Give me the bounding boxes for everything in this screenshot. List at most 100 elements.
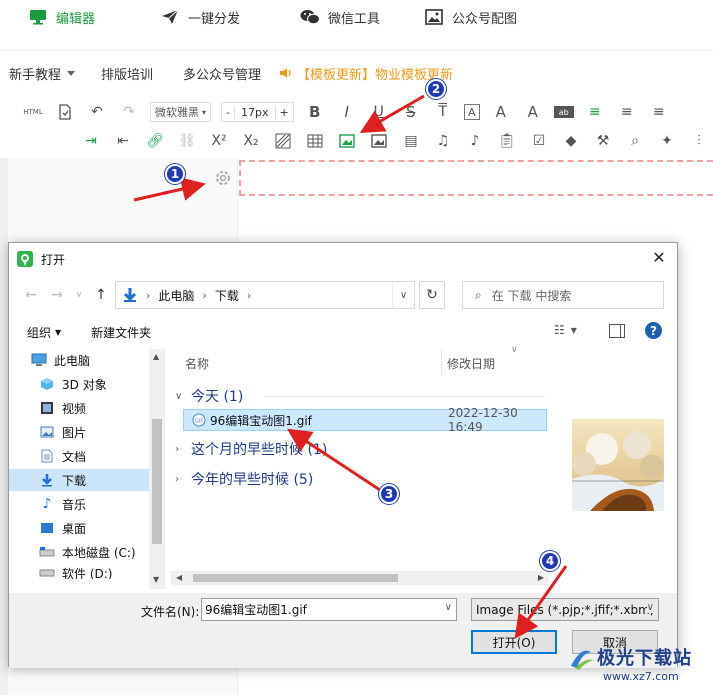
tree-item-desktop[interactable]: 桌面 <box>9 517 149 539</box>
search-replace-icon[interactable]: ⌕ <box>624 130 646 152</box>
indent-icon[interactable]: ⇥ <box>80 130 102 152</box>
nav-distribute[interactable]: 一键分发 <box>160 8 240 27</box>
file-type-select[interactable]: Image Files (*.pjp;*.jfif;*.xbm; ∨ <box>471 598 659 621</box>
group-today[interactable]: ∨ 今天 (1) <box>175 385 545 407</box>
size-plus-button[interactable]: + <box>276 106 293 119</box>
group-label: 今天 (1) <box>191 389 244 405</box>
strikethrough-icon[interactable]: S <box>400 101 422 123</box>
group-this-month[interactable]: › 这个月的早些时候 (1) <box>175 438 327 460</box>
open-button[interactable]: 打开(O) <box>471 630 557 654</box>
subscript-icon[interactable]: X₂ <box>240 130 262 152</box>
align-right-icon[interactable]: ≡ <box>648 101 670 123</box>
nav-editor[interactable]: 编辑器 <box>28 8 95 27</box>
image-library-icon[interactable] <box>368 130 390 152</box>
breadcrumb-downloads[interactable]: 下载 <box>215 287 239 304</box>
undo-icon[interactable]: ↶ <box>86 101 108 123</box>
link-icon[interactable]: 🔗︎ <box>144 130 166 152</box>
font-color-icon[interactable]: A <box>490 101 512 123</box>
tree-item-this-pc[interactable]: 此电脑 <box>9 349 149 371</box>
font-family-select[interactable]: 微软雅黑 ▾ <box>150 102 212 122</box>
redo-icon[interactable]: ↷ <box>118 101 140 123</box>
magic-icon[interactable]: ✦ <box>656 130 678 152</box>
tree-item-disk-d[interactable]: 软件 (D:) <box>9 565 149 579</box>
text-border-icon[interactable]: A <box>463 104 480 120</box>
tree-scrollbar[interactable]: ▲ ▼ <box>149 349 165 589</box>
preview-pane-icon[interactable] <box>609 324 625 338</box>
file-icon[interactable] <box>54 101 76 123</box>
tree-item-documents[interactable]: 文档 <box>9 445 149 467</box>
size-minus-button[interactable]: - <box>222 106 234 119</box>
align-left-icon[interactable]: ≡ <box>584 101 606 123</box>
recent-dropdown-icon[interactable]: ∨ <box>71 287 87 303</box>
column-name[interactable]: 名称 <box>185 355 209 372</box>
superscript-icon[interactable]: X² <box>208 130 230 152</box>
text-format-icon[interactable]: T <box>432 101 454 123</box>
monitor-icon <box>28 8 48 26</box>
nav-wechat-tools[interactable]: 微信工具 <box>300 8 380 27</box>
search-input[interactable]: ⌕ 在 下载 中搜索 <box>462 281 664 309</box>
music-icon[interactable]: ♫ <box>432 130 454 152</box>
underline-icon[interactable]: U <box>368 101 390 123</box>
new-folder-button[interactable]: 新建文件夹 <box>91 324 151 341</box>
chevron-down-icon[interactable]: ∨ <box>392 282 414 308</box>
file-row[interactable]: GIF 96编辑宝动图1.gif 2022-12-30 16:49 <box>183 406 547 434</box>
audio-icon[interactable]: ♪ <box>464 130 486 152</box>
view-options[interactable]: ☷ ▼ <box>554 323 577 337</box>
breadcrumb-this-pc[interactable]: 此电脑 <box>158 287 194 304</box>
eraser-icon[interactable]: ◆ <box>560 130 582 152</box>
tree-item-pictures[interactable]: 图片 <box>9 421 149 443</box>
up-icon[interactable]: ↑ <box>93 287 109 303</box>
address-bar[interactable]: › 此电脑 › 下载 › ∨ <box>115 281 415 309</box>
gear-icon[interactable] <box>214 169 232 187</box>
insert-image-icon[interactable] <box>336 130 358 152</box>
music-icon: ♪ <box>42 496 52 512</box>
picture-icon <box>39 425 55 439</box>
chevron-down-icon[interactable]: ∨ <box>445 602 452 613</box>
highlight-icon[interactable]: A <box>522 101 544 123</box>
clear-format-icon[interactable] <box>272 130 294 152</box>
table-icon[interactable] <box>304 130 326 152</box>
filename-input[interactable]: 96编辑宝动图1.gif ∨ <box>201 598 457 621</box>
tree-item-music[interactable]: ♪ 音乐 <box>9 493 149 515</box>
back-icon[interactable]: ← <box>23 287 39 303</box>
align-center-icon[interactable]: ≡ <box>616 101 638 123</box>
tree-item-disk-c[interactable]: 本地磁盘 (C:) <box>9 541 149 563</box>
tree-item-downloads[interactable]: 下载 <box>9 469 149 491</box>
horizontal-scrollbar[interactable]: ◀ ▶ <box>171 571 549 585</box>
tutorial-menu[interactable]: 新手教程 <box>9 64 76 83</box>
close-icon[interactable]: ✕ <box>651 250 667 266</box>
font-size-stepper[interactable]: - 17px + <box>221 102 294 122</box>
italic-icon[interactable]: I <box>336 101 358 123</box>
more-icon[interactable]: ⫶ <box>688 130 710 152</box>
scroll-left-icon[interactable]: ◀ <box>176 573 182 582</box>
scroll-thumb[interactable] <box>193 574 398 582</box>
scroll-thumb[interactable] <box>152 419 162 544</box>
column-date[interactable]: 修改日期 <box>447 355 495 372</box>
tree-item-3d[interactable]: 3D 对象 <box>9 373 149 395</box>
help-icon[interactable]: ? <box>645 322 662 339</box>
nav-cover-image[interactable]: 公众号配图 <box>424 8 517 27</box>
checkbox-icon[interactable]: ☑ <box>528 130 550 152</box>
html-icon[interactable]: HTML <box>22 101 44 123</box>
training-link[interactable]: 排版培训 <box>101 64 153 83</box>
tree-label: 本地磁盘 (C:) <box>62 545 136 560</box>
video-icon[interactable]: ▤ <box>400 130 422 152</box>
outdent-icon[interactable]: ⇤ <box>112 130 134 152</box>
scroll-down-icon[interactable]: ▼ <box>153 575 159 584</box>
refresh-button[interactable]: ↻ <box>419 281 445 309</box>
multi-account-link[interactable]: 多公众号管理 <box>183 64 261 83</box>
editor-content-area[interactable] <box>239 160 713 196</box>
format-brush-icon[interactable]: ⚒ <box>592 130 614 152</box>
organize-menu[interactable]: 组织 ▼ <box>27 324 61 341</box>
tree-item-video[interactable]: 视频 <box>9 397 149 419</box>
scroll-up-icon[interactable]: ▲ <box>153 352 159 361</box>
scroll-right-icon[interactable]: ▶ <box>538 573 544 582</box>
tree-label: 3D 对象 <box>62 377 107 392</box>
bold-icon[interactable]: B <box>304 101 326 123</box>
template-notice[interactable]: 【模板更新】物业模板更新 <box>279 64 453 83</box>
abbr-icon[interactable]: ab <box>553 106 574 118</box>
group-this-year[interactable]: › 今年的早些时候 (5) <box>175 468 313 490</box>
forward-icon[interactable]: → <box>49 287 65 303</box>
unlink-icon[interactable]: ⛓ <box>176 130 198 152</box>
clipboard-icon[interactable]: 📋︎ <box>496 130 518 152</box>
